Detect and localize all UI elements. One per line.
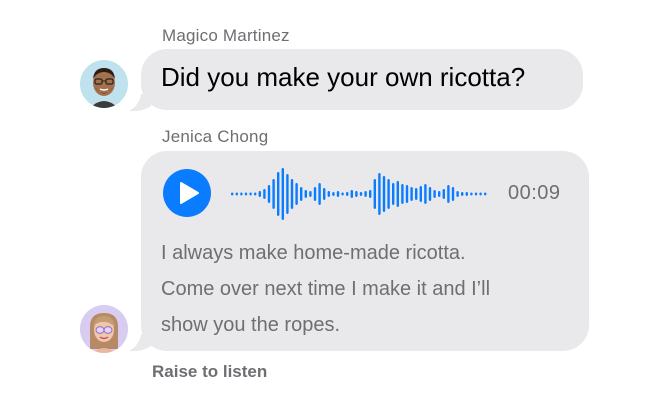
waveform-bar bbox=[364, 191, 367, 197]
waveform-bar bbox=[438, 191, 441, 197]
waveform-bar bbox=[277, 172, 280, 216]
waveform-bar bbox=[415, 188, 418, 200]
memoji-woman-icon bbox=[80, 305, 128, 353]
message-text-1: Did you make your own ricotta? bbox=[161, 62, 526, 92]
waveform-bar bbox=[451, 187, 455, 201]
waveform-bar bbox=[254, 192, 257, 196]
waveform-bar bbox=[281, 168, 284, 220]
waveform-bar bbox=[231, 192, 234, 196]
waveform-bar bbox=[419, 186, 422, 202]
waveform-bar bbox=[401, 184, 404, 204]
audio-waveform[interactable] bbox=[231, 168, 491, 220]
waveform-bar bbox=[378, 173, 381, 215]
waveform-bar bbox=[249, 192, 252, 196]
sender-name-jenica: Jenica Chong bbox=[162, 127, 269, 146]
waveform-bar bbox=[433, 190, 436, 198]
waveform-bar bbox=[336, 191, 340, 197]
waveform-bar bbox=[240, 192, 243, 196]
transcript-line: show you the ropes. bbox=[161, 314, 340, 336]
memoji-man-icon bbox=[80, 60, 128, 108]
waveform-bar bbox=[392, 183, 395, 205]
waveform-bar bbox=[350, 190, 353, 198]
avatar-magico[interactable] bbox=[80, 60, 128, 108]
waveform-bar bbox=[456, 191, 459, 197]
waveform-bar bbox=[258, 191, 261, 197]
waveform-bar bbox=[396, 181, 399, 207]
waveform-bar bbox=[332, 192, 335, 196]
waveform-bar bbox=[267, 185, 271, 203]
waveform-bar bbox=[424, 184, 427, 204]
transcript-line: I always make home-made ricotta. bbox=[161, 242, 466, 264]
message-bubble-2[interactable]: 00:09 I always make home-made ricotta. C… bbox=[141, 151, 589, 351]
waveform-bar bbox=[341, 192, 344, 196]
waveform-bar bbox=[369, 190, 372, 198]
audio-play-button[interactable] bbox=[163, 169, 211, 217]
bubble-tail-1 bbox=[129, 94, 151, 112]
waveform-bar bbox=[470, 192, 473, 196]
waveform-bar bbox=[442, 189, 445, 199]
sender-name-magico: Magico Martinez bbox=[162, 26, 290, 45]
waveform-bar bbox=[479, 192, 482, 196]
bubble-tail-2 bbox=[129, 334, 151, 352]
waveform-bar bbox=[382, 176, 386, 212]
waveform-bar bbox=[373, 179, 376, 209]
waveform-bar bbox=[387, 179, 390, 209]
waveform-bar bbox=[235, 192, 238, 196]
waveform-bar bbox=[355, 191, 358, 197]
waveform-bar bbox=[447, 185, 450, 203]
avatar-jenica[interactable] bbox=[80, 305, 128, 353]
raise-to-listen-hint: Raise to listen bbox=[152, 362, 268, 381]
waveform-bar bbox=[410, 187, 413, 201]
audio-transcript: I always make home-made ricotta. Come ov… bbox=[161, 235, 561, 343]
waveform-bar bbox=[295, 183, 298, 205]
waveform-bar bbox=[323, 188, 326, 200]
waveform-bar bbox=[290, 179, 294, 209]
waveform-bar bbox=[359, 192, 363, 196]
waveform-bar bbox=[428, 187, 432, 201]
message-bubble-1[interactable]: Did you make your own ricotta? bbox=[141, 49, 583, 110]
waveform-bar bbox=[309, 191, 312, 197]
waveform-bar bbox=[461, 192, 464, 196]
waveform-bar bbox=[465, 192, 468, 196]
waveform-bar bbox=[474, 192, 478, 196]
waveform-bar bbox=[244, 192, 248, 196]
waveform-bar bbox=[327, 191, 330, 197]
waveform-bar bbox=[346, 192, 349, 196]
play-icon bbox=[180, 182, 199, 204]
waveform-bar bbox=[313, 187, 317, 201]
waveform-bar bbox=[300, 187, 303, 201]
waveform-bar bbox=[304, 190, 307, 198]
waveform-bar bbox=[286, 174, 289, 214]
waveform-bar bbox=[484, 192, 487, 196]
waveform-bar bbox=[272, 179, 275, 209]
transcript-line: Come over next time I make it and I’ll bbox=[161, 278, 491, 300]
waveform-bar bbox=[318, 183, 321, 205]
audio-duration: 00:09 bbox=[508, 182, 561, 204]
waveform-bar bbox=[405, 185, 409, 203]
waveform-bar bbox=[263, 189, 266, 199]
